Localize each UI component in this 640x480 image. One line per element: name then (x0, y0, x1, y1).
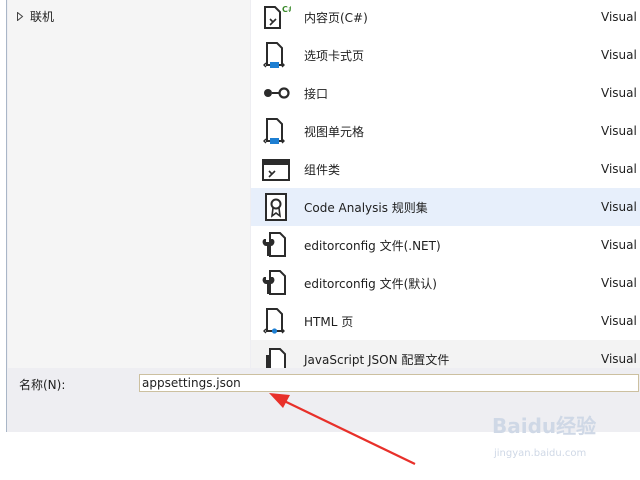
view-cell-icon (261, 117, 291, 145)
list-item[interactable]: HTML 页 Visual (251, 302, 640, 340)
tabbed-page-icon (261, 41, 291, 69)
add-new-item-dialog: 联机 C# 内容页(C#) Visual (6, 0, 640, 432)
item-language: Visual (601, 276, 637, 290)
list-item[interactable]: C# 内容页(C#) Visual (251, 0, 640, 36)
list-item[interactable]: Code Analysis 规则集 Visual (251, 188, 640, 226)
svg-text:C#: C# (282, 5, 291, 14)
item-name: 视图单元格 (304, 124, 365, 139)
item-name: HTML 页 (304, 314, 354, 329)
content-page-csharp-icon: C# (261, 3, 295, 31)
json-config-icon (261, 345, 291, 368)
item-language: Visual (601, 200, 637, 214)
list-item[interactable]: 视图单元格 Visual (251, 112, 640, 150)
name-input[interactable] (139, 374, 639, 392)
watermark-brand: Baidu经验 (492, 414, 597, 438)
item-name: Code Analysis 规则集 (304, 200, 428, 215)
item-name: 接口 (304, 86, 329, 101)
tree-item-label: 联机 (30, 9, 55, 24)
item-name: JavaScript JSON 配置文件 (304, 352, 450, 367)
template-list: C# 内容页(C#) Visual 选项卡式页 Visual (251, 0, 640, 368)
category-tree: 联机 (8, 0, 250, 368)
item-language: Visual (601, 10, 637, 24)
baidu-watermark: Baidu经验 jingyan.baidu.com (492, 410, 612, 472)
list-item[interactable]: editorconfig 文件(.NET) Visual (251, 226, 640, 264)
watermark-url: jingyan.baidu.com (494, 448, 587, 459)
editorconfig-icon (261, 231, 291, 259)
item-language: Visual (601, 238, 637, 252)
html-page-icon (261, 307, 291, 335)
item-language: Visual (601, 162, 637, 176)
component-class-icon (261, 155, 291, 183)
ruleset-icon (261, 193, 291, 221)
list-item[interactable]: JavaScript JSON 配置文件 Visual (251, 340, 640, 368)
list-item[interactable]: 接口 Visual (251, 74, 640, 112)
item-language: Visual (601, 352, 637, 366)
list-item[interactable]: editorconfig 文件(默认) Visual (251, 264, 640, 302)
item-name: editorconfig 文件(默认) (304, 276, 437, 291)
item-language: Visual (601, 48, 637, 62)
item-language: Visual (601, 314, 637, 328)
item-language: Visual (601, 124, 637, 138)
triangle-right-icon[interactable] (14, 10, 26, 22)
list-item[interactable]: 组件类 Visual (251, 150, 640, 188)
interface-icon (261, 79, 291, 107)
list-item[interactable]: 选项卡式页 Visual (251, 36, 640, 74)
item-name: 组件类 (304, 162, 341, 177)
item-name: 内容页(C#) (304, 10, 368, 25)
tree-item-online[interactable]: 联机 (14, 7, 54, 25)
item-name: 选项卡式页 (304, 48, 365, 63)
item-name: editorconfig 文件(.NET) (304, 238, 441, 253)
editorconfig-icon (261, 269, 291, 297)
name-label: 名称(N): (19, 378, 66, 392)
item-language: Visual (601, 86, 637, 100)
